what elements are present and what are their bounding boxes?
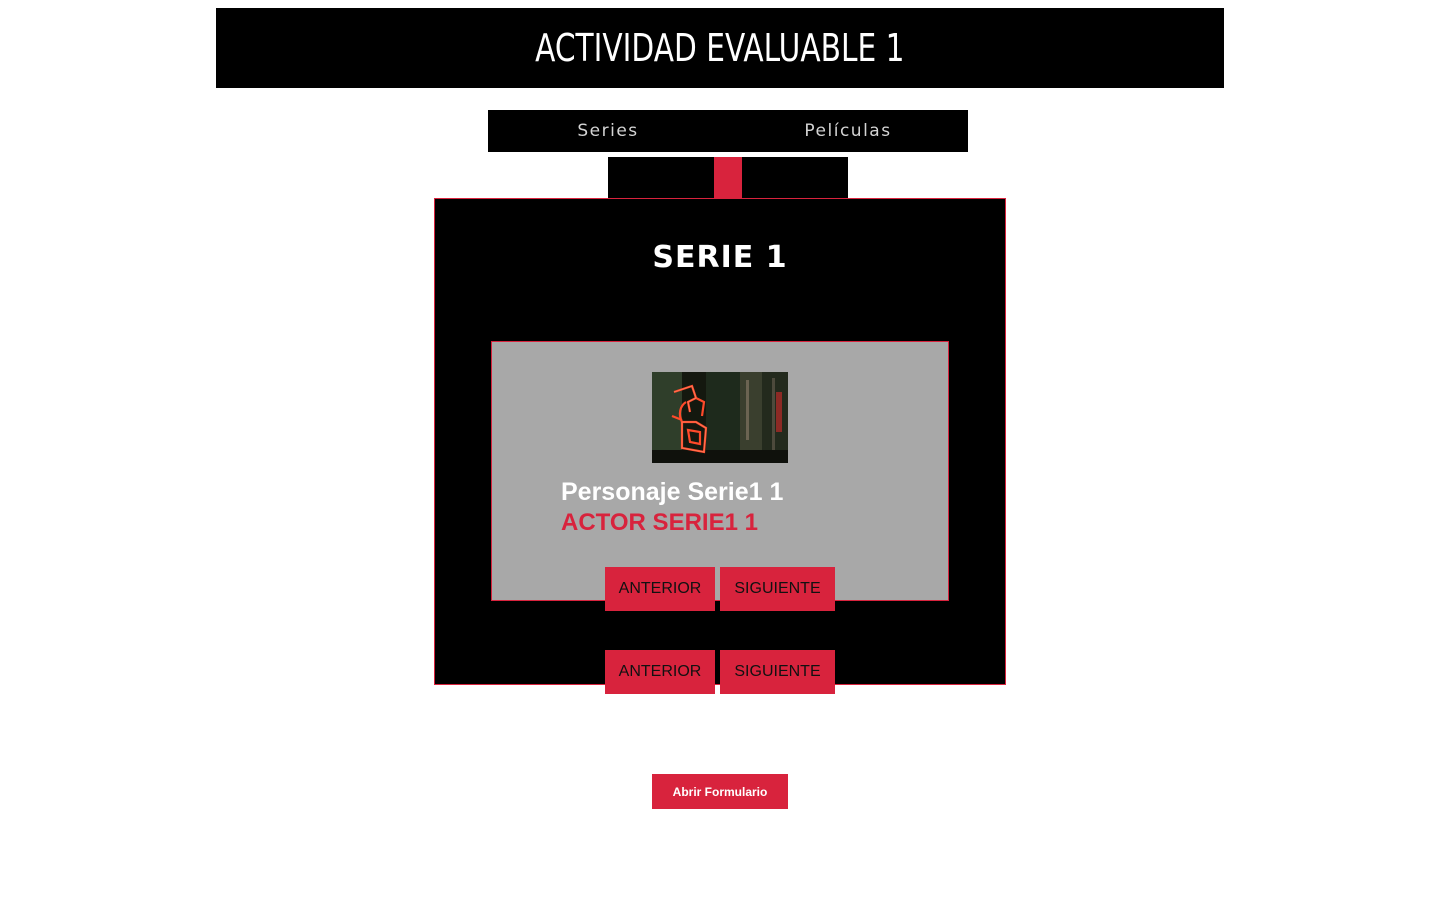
active-tab-indicator — [714, 157, 742, 201]
open-form-button[interactable]: Abrir Formulario — [652, 774, 788, 809]
series-next-button[interactable]: SIGUIENTE — [720, 650, 835, 694]
serie-title: SERIE 1 — [652, 240, 788, 275]
card-prev-button[interactable]: ANTERIOR — [605, 567, 715, 611]
page-title: ACTIVIDAD EVALUABLE 1 — [535, 26, 905, 70]
card-next-button[interactable]: SIGUIENTE — [720, 567, 835, 611]
nav-item-series[interactable]: Series — [488, 110, 728, 152]
neon-sign-image — [652, 372, 788, 463]
series-prev-button[interactable]: ANTERIOR — [605, 650, 715, 694]
nav-item-peliculas[interactable]: Películas — [728, 110, 968, 152]
character-name: Personaje Serie1 1 — [561, 478, 784, 506]
page: ACTIVIDAD EVALUABLE 1 Series Películas S… — [0, 0, 1440, 900]
page-header: ACTIVIDAD EVALUABLE 1 — [216, 8, 1224, 88]
main-nav: Series Películas — [488, 110, 968, 152]
actor-name: ACTOR SERIE1 1 — [561, 509, 758, 536]
